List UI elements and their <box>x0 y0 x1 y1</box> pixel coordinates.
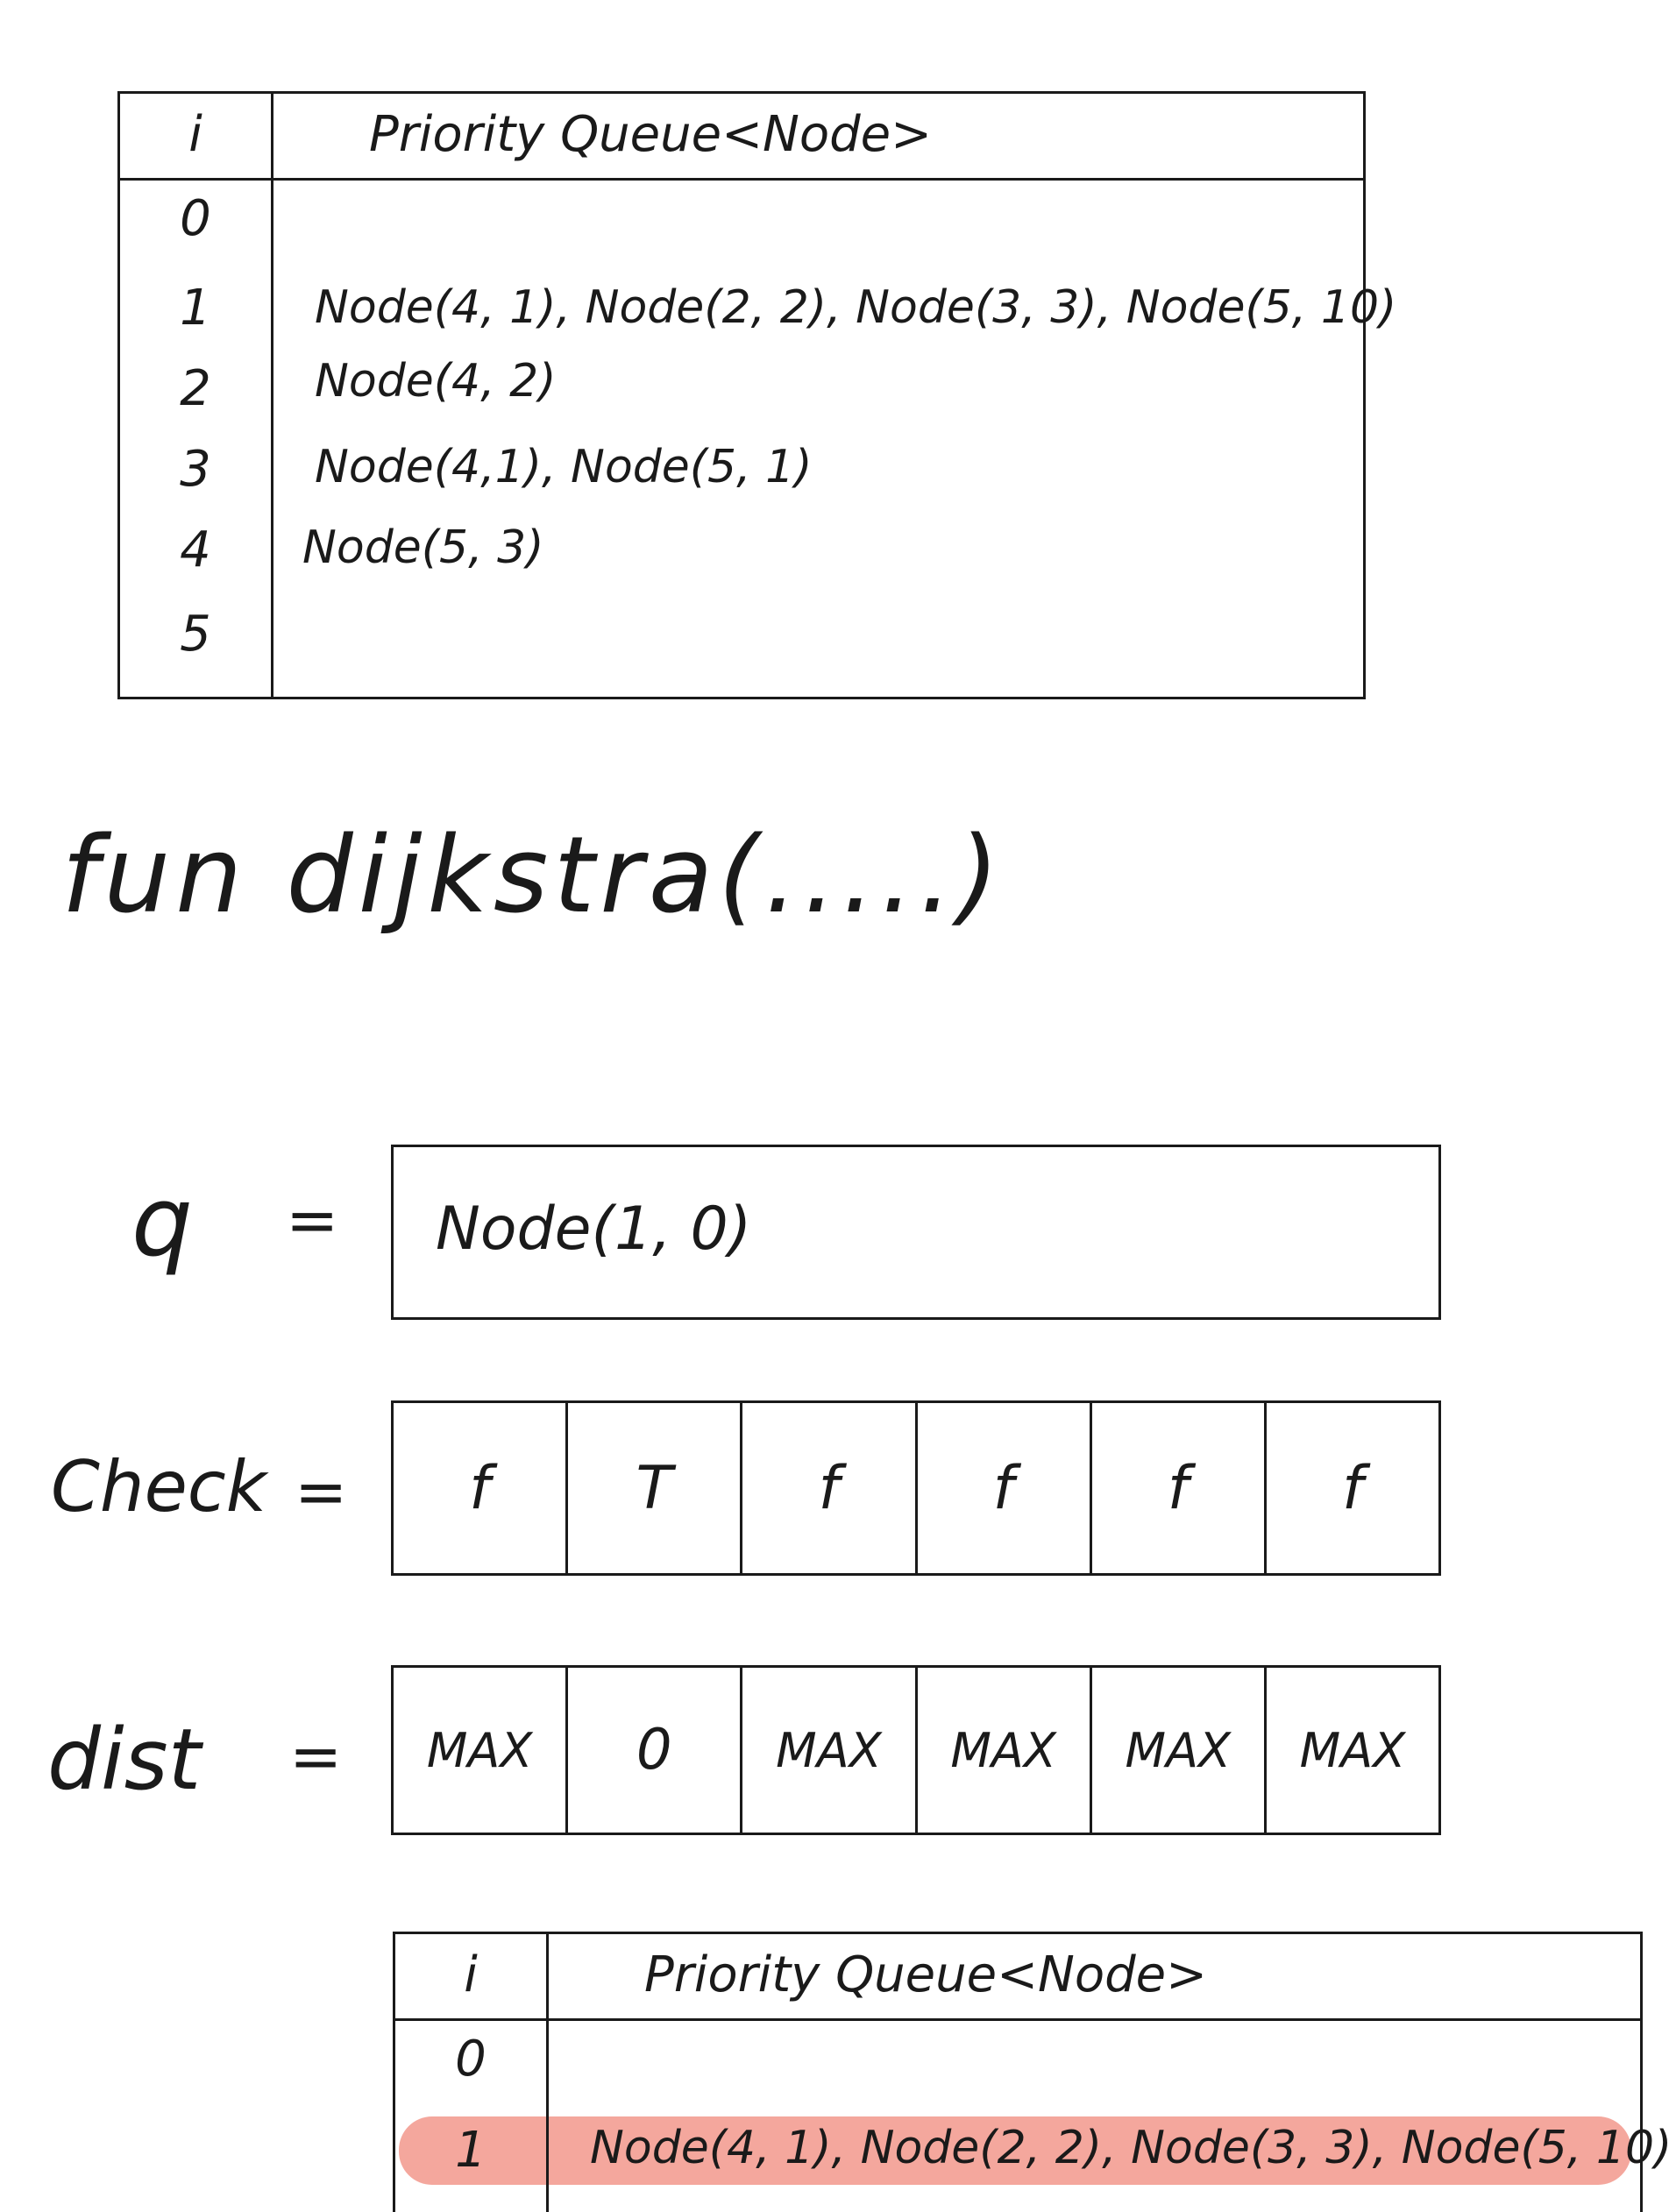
check-label: Check <box>51 1446 267 1528</box>
check-cell: f <box>1263 1403 1438 1573</box>
priority-queue-table-1: i Priority Queue<Node> 0 1 Node(4, 1), N… <box>117 91 1396 699</box>
dist-cell: 0 <box>565 1668 740 1833</box>
check-cell: T <box>565 1403 740 1573</box>
row-index: 0 <box>180 190 211 247</box>
row-index: 1 <box>455 2122 486 2179</box>
index-header: i <box>464 1946 478 2003</box>
row-index: 0 <box>455 2031 486 2088</box>
dist-cell: MAX <box>426 1722 533 1778</box>
check-cell: f <box>469 1453 491 1523</box>
row-value: Node(4, 1), Node(2, 2), Node(3, 3), Node… <box>315 281 1397 334</box>
check-cell: f <box>914 1403 1090 1573</box>
function-title: fun dijkstra(.....) <box>61 815 1005 937</box>
q-label: q <box>131 1166 193 1278</box>
dist-array: MAX 0 MAX MAX MAX MAX <box>391 1665 1441 1835</box>
row-index: 3 <box>180 441 211 498</box>
row-value: Node(5, 3) <box>302 521 544 574</box>
check-array: f T f f f f <box>391 1400 1441 1576</box>
dist-label: dist <box>47 1711 202 1809</box>
table-header: Priority Queue<Node> <box>644 1946 1208 2003</box>
index-header: i <box>188 106 202 163</box>
check-cell: f <box>1089 1403 1264 1573</box>
check-equals: = <box>295 1455 348 1528</box>
dist-cell: MAX <box>1263 1668 1438 1833</box>
header-divider <box>395 2018 1640 2021</box>
row-index: 4 <box>180 521 211 578</box>
row-index: 5 <box>180 606 211 663</box>
row-index: 2 <box>180 360 211 417</box>
dist-cell: MAX <box>740 1668 914 1833</box>
dist-equals: = <box>289 1719 343 1793</box>
priority-queue-table-2: i Priority Queue<Node> 0 1 Node(4, 1), N… <box>393 1932 1669 2212</box>
row-value: Node(4, 2) <box>315 355 557 408</box>
q-box: Node(1, 0) <box>391 1145 1441 1320</box>
row-value: Node(4, 1), Node(2, 2), Node(3, 3), Node… <box>590 2122 1669 2174</box>
check-cell: f <box>740 1403 914 1573</box>
table-header: Priority Queue<Node> <box>369 106 933 163</box>
q-value: Node(1, 0) <box>436 1195 752 1264</box>
row-index: 1 <box>180 280 211 337</box>
index-column-divider <box>546 1934 549 2212</box>
q-equals: = <box>286 1183 339 1257</box>
index-column-divider <box>271 94 273 697</box>
row-value: Node(4,1), Node(5, 1) <box>315 441 813 493</box>
dist-cell: MAX <box>1089 1668 1264 1833</box>
header-divider <box>120 178 1363 181</box>
dist-cell: MAX <box>914 1668 1090 1833</box>
